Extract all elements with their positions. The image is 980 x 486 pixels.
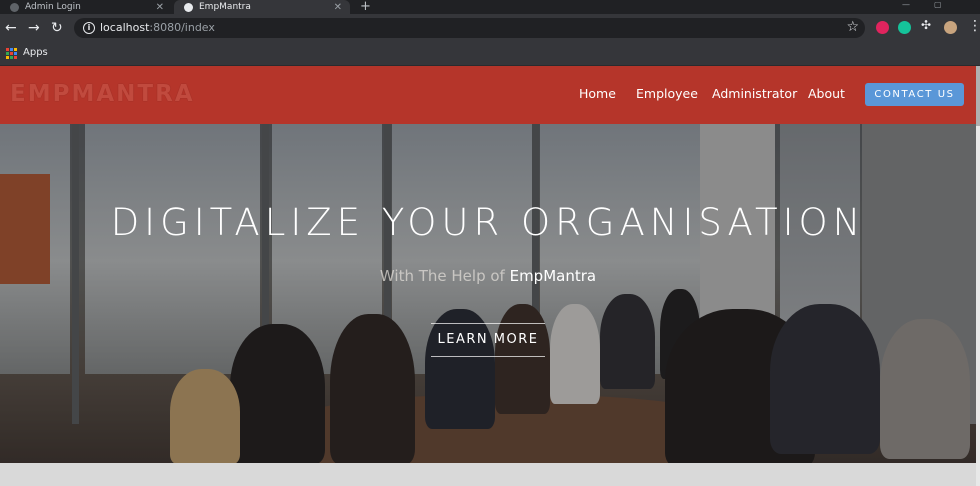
browser-toolbar: ← → ↻ i localhost:8080/index ☆ ✣ ⋮ <box>0 14 980 42</box>
tab-title: EmpMantra <box>199 2 251 12</box>
nav-about[interactable]: About <box>808 86 845 101</box>
site-navbar: EMPMANTRA Home Employee Administrator Ab… <box>0 66 976 124</box>
plus-icon[interactable]: + <box>360 0 371 14</box>
url-path: :8080/index <box>149 21 215 34</box>
apps-grid-icon[interactable] <box>6 48 17 59</box>
close-icon[interactable]: ✕ <box>334 2 342 13</box>
apps-bookmark[interactable]: Apps <box>23 47 48 58</box>
hero-subline-brand: EmpMantra <box>509 267 597 285</box>
minimize-icon[interactable]: — <box>902 0 910 9</box>
page-scrollbar[interactable] <box>976 66 980 486</box>
hero-subline-prefix: With The Help of <box>379 267 510 285</box>
address-bar[interactable]: i localhost:8080/index ☆ <box>74 18 865 38</box>
learn-more-button[interactable]: LEARN MORE <box>431 323 545 357</box>
globe-icon <box>184 2 193 12</box>
nav-administrator[interactable]: Administrator <box>712 86 797 101</box>
nav-employee[interactable]: Employee <box>636 86 698 101</box>
puzzle-icon[interactable]: ✣ <box>921 18 934 32</box>
close-icon[interactable]: ✕ <box>156 2 164 13</box>
bookmarks-bar: Apps <box>0 42 980 66</box>
hero-subline: With The Help of EmpMantra <box>0 267 976 285</box>
globe-icon <box>10 2 19 12</box>
tab-strip: Admin Login ✕ EmpMantra ✕ + — ▢ <box>0 0 980 14</box>
tab-empmantra[interactable]: EmpMantra ✕ <box>174 0 350 14</box>
extension-icon[interactable] <box>876 21 889 34</box>
avatar[interactable] <box>944 21 957 34</box>
hero-section: DIGITALIZE YOUR ORGANISATION With The He… <box>0 124 976 463</box>
star-icon[interactable]: ☆ <box>846 19 859 35</box>
contact-us-button[interactable]: CONTACT US <box>865 83 964 106</box>
tab-admin-login[interactable]: Admin Login ✕ <box>0 0 172 14</box>
site-logo[interactable]: EMPMANTRA <box>10 81 195 107</box>
url-text[interactable]: localhost:8080/index <box>100 21 215 34</box>
page-viewport: EMPMANTRA Home Employee Administrator Ab… <box>0 66 980 486</box>
grammarly-icon[interactable] <box>898 21 911 34</box>
maximize-icon[interactable]: ▢ <box>934 0 942 9</box>
arrow-left-icon[interactable]: ← <box>5 20 17 36</box>
url-host: localhost <box>100 21 150 34</box>
arrow-right-icon[interactable]: → <box>28 20 40 36</box>
info-icon[interactable]: i <box>83 22 95 34</box>
reload-icon[interactable]: ↻ <box>51 20 63 36</box>
tab-title: Admin Login <box>25 2 81 12</box>
kebab-menu-icon[interactable]: ⋮ <box>968 19 980 33</box>
nav-home[interactable]: Home <box>579 86 616 101</box>
hero-headline: DIGITALIZE YOUR ORGANISATION <box>110 201 866 244</box>
scrollbar-thumb[interactable] <box>976 66 980 126</box>
